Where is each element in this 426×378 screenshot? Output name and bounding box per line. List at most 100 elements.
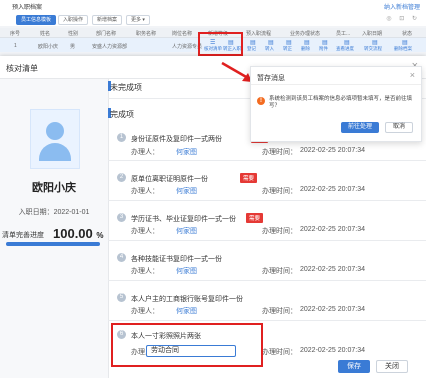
doc-icon[interactable]: ▤ [344,39,350,46]
divider [108,200,426,201]
time-label: 办理时间： [262,268,297,275]
handler-label: 办理人： [131,188,159,195]
item-number: 1 [117,133,126,142]
row-action[interactable]: 删除 [301,46,310,52]
save-button[interactable]: 保存 [338,360,370,373]
doc-icon[interactable]: ▤ [304,39,310,46]
close-button[interactable]: 关闭 [376,360,408,373]
warning-icon: ! [257,97,265,105]
time-value: 2022-02-25 20:07:34 [300,186,365,193]
time-value: 2022-02-25 20:07:34 [300,306,365,313]
time-label: 办理时间： [262,188,297,195]
warning-popup: 暂存消息 × ! 系统检测到该员工档案的信息必填项暂未填写，是否前往填写？ 前往… [250,66,422,142]
handler-name[interactable]: 何家图 [176,226,197,236]
warning-title: 暂存消息 [257,75,285,82]
section-complete[interactable]: 完成项 [110,109,134,120]
employee-panel: 欧阳小庆 入职日期：2022-01-01 清单完善进度 100.00 % [0,79,109,378]
col-header: 员工... [336,31,351,37]
progress-unit: % [96,231,104,240]
row-action[interactable]: 登记 [247,46,256,52]
item-title: 本人户主的工商银行账号复印件一份 [131,296,243,303]
col-header: 部门名称 [96,31,117,37]
hire-date: 入职日期：2022-01-01 [0,207,108,217]
warning-message: 系统检测到该员工档案的信息必填项暂未填写，是否前往填写？ [269,96,413,109]
handler-label: 办理人： [131,149,159,156]
col-header: 序号 [10,31,21,37]
employee-name: 欧阳小庆 [32,182,76,194]
required-badge: 需要 [240,173,258,183]
row-name: 欧阳小庆 [38,44,59,50]
handler-label: 办理人： [131,268,159,275]
item-number: 3 [117,213,126,222]
avatar [30,109,80,169]
time-label: 办理时间： [262,308,297,315]
item-number: 5 [117,293,126,302]
col-header: 业务办理状态 [290,31,321,37]
time-label: 办理时间： [262,149,297,156]
handler-name[interactable]: 何家图 [176,186,197,196]
handler-label: 办理人： [131,228,159,235]
divider [251,84,421,85]
required-badge: 需要 [246,213,264,223]
row-action[interactable]: 附件 [319,46,328,52]
avatar-head [46,122,64,140]
row-action[interactable]: 查看进度 [336,46,354,52]
app-title: 预入职档案 [12,5,43,11]
col-header: 职务名称 [136,31,157,37]
item-number: 4 [117,253,126,262]
new-record-button[interactable]: 新增档案 [92,15,123,25]
row-action[interactable]: 转交流程 [364,46,382,52]
corner-link[interactable]: 纳入新档管理 [384,2,420,11]
time-label: 办理时间： [262,349,297,356]
progress-fill [6,242,100,246]
row-action[interactable]: 转正 [283,46,292,52]
item-title: 各种技能证书复印件一式一份 [131,256,222,263]
divider [108,320,426,321]
highlight-box-checklist [198,32,243,56]
item-title: 原单位离职证明原件一份 [131,176,208,183]
doc-icon[interactable]: ▤ [372,39,378,46]
doc-icon[interactable]: ▤ [268,39,274,46]
row-index: 1 [14,43,17,49]
row-action[interactable]: 删除档案 [394,46,412,52]
doc-icon[interactable]: ▤ [286,39,292,46]
doc-icon[interactable]: ▤ [402,39,408,46]
handler-name[interactable]: 何家图 [176,306,197,316]
more-button[interactable]: 更多 ▾ [126,15,150,25]
divider [108,240,426,241]
doc-icon[interactable]: ▤ [250,39,256,46]
time-value: 2022-02-25 20:07:34 [300,226,365,233]
progress-value: 100.00 % [53,226,104,241]
time-label: 办理时间： [262,228,297,235]
highlight-box-item [111,323,263,367]
col-header: 岗位名称 [172,31,193,37]
row-department: 安盛人力资源部 [92,44,128,50]
handler-name[interactable]: 何家图 [176,266,197,276]
go-handle-button[interactable]: 前往处理 [341,122,379,133]
time-value: 2022-02-25 20:07:34 [300,266,365,273]
row-gender: 男 [70,44,76,50]
time-value: 2022-02-25 20:07:34 [300,347,365,354]
close-icon[interactable]: × [410,70,415,80]
hire-date-value: 2022-01-01 [53,209,90,216]
col-header: 状态 [402,31,413,37]
cancel-button[interactable]: 取消 [385,122,413,133]
onboard-button[interactable]: 入职操作 [58,15,89,25]
col-header: 预入职流程 [246,31,272,37]
dialog-title: 核对清单 [6,64,38,73]
item-number: 2 [117,173,126,182]
row-action[interactable]: 转入 [265,46,274,52]
col-header: 姓名 [40,31,51,37]
toolbar-icons[interactable]: ◎ ⊡ ↻ [386,15,420,22]
template-button[interactable]: 员工信息模板 [16,15,57,25]
doc-icon[interactable]: ▤ [322,39,328,46]
col-header: 入职日期 [362,31,383,37]
progress-bar [6,242,100,246]
handler-label: 办理人： [131,308,159,315]
section-incomplete[interactable]: 未完成项 [110,82,142,93]
divider [108,280,426,281]
handler-name[interactable]: 何家图 [176,147,197,157]
avatar-body [39,143,71,161]
progress-number: 100.00 [53,226,93,241]
hire-date-label: 入职日期： [18,209,54,216]
